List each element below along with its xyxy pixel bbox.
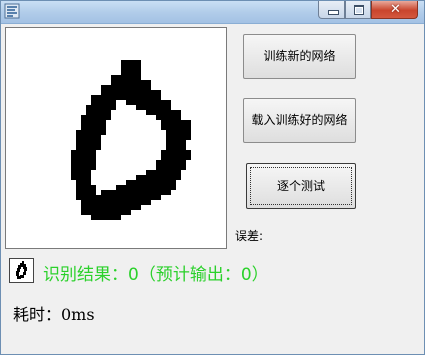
error-label: 误差: (235, 227, 263, 244)
focus-rectangle (250, 167, 352, 205)
title-bar[interactable]: ✕ (1, 1, 424, 24)
error-label-text: 误差: (235, 229, 264, 243)
test-one-by-one-button[interactable]: 逐个测试 (246, 163, 356, 209)
maximize-button[interactable] (345, 1, 371, 19)
digit-thumbnail (9, 258, 34, 283)
recognition-result: 识别结果：0（预计输出：0） (43, 265, 269, 285)
drawing-canvas[interactable] (5, 27, 227, 249)
app-icon (4, 3, 20, 19)
minimize-icon (328, 10, 339, 15)
app-window: ✕ 训练新的网络 载入训练好的网络 逐个测试 误差: 识别结果：0（预计输出：0… (0, 0, 425, 355)
minimize-button[interactable] (318, 1, 345, 19)
close-icon: ✕ (390, 2, 401, 17)
handwritten-digit-drawing (71, 60, 191, 220)
digit-thumbnail-image (16, 261, 27, 279)
train-new-network-button[interactable]: 训练新的网络 (243, 34, 356, 79)
maximize-icon (354, 5, 364, 15)
close-button[interactable]: ✕ (371, 1, 418, 19)
load-trained-network-button[interactable]: 载入训练好的网络 (243, 98, 356, 143)
elapsed-time: 耗时：0ms (13, 305, 95, 324)
